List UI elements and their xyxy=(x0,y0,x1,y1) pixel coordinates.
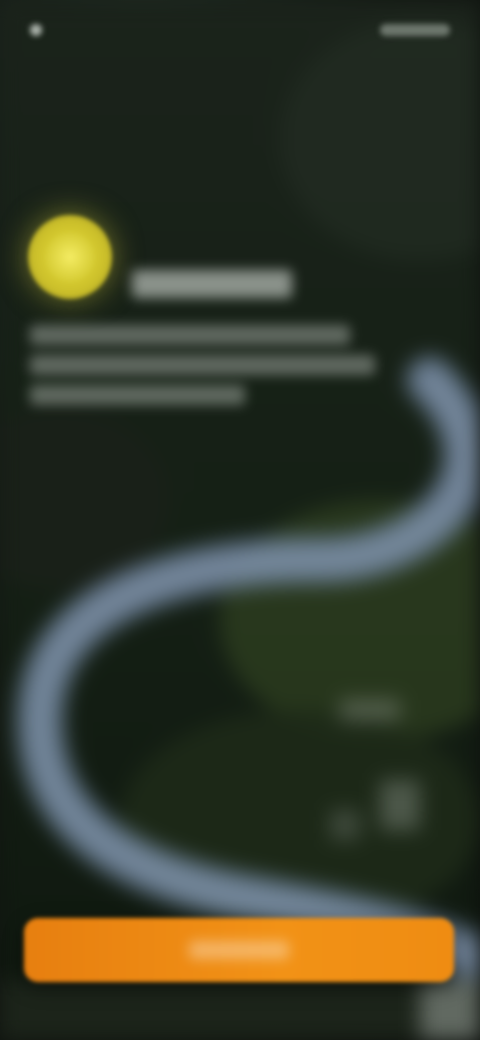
primary-cta-button[interactable] xyxy=(24,918,454,982)
background-landscape-image xyxy=(0,0,480,1040)
status-right xyxy=(380,24,450,36)
hero-title xyxy=(132,270,292,298)
hero-subtitle-line-2 xyxy=(30,355,375,375)
river-landscape-illustration xyxy=(0,0,480,1040)
status-indicators-icon xyxy=(380,24,450,36)
notification-icon xyxy=(30,24,42,36)
status-bar xyxy=(30,18,450,42)
cta-label xyxy=(189,941,289,959)
sun-logo-icon xyxy=(28,215,112,299)
status-left xyxy=(30,24,50,36)
logo-core xyxy=(45,232,95,282)
hero-subtitle-line-1 xyxy=(30,325,350,345)
hero-subtitle-line-3 xyxy=(30,385,245,405)
